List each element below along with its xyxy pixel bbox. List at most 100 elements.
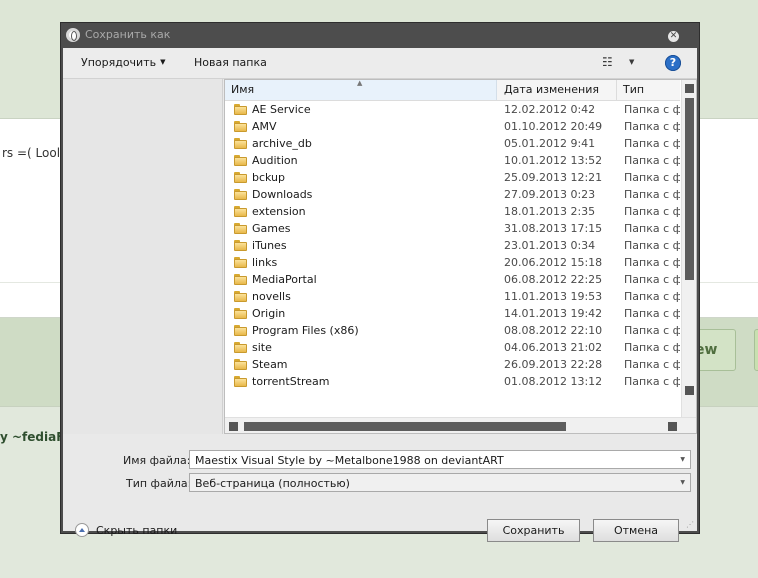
file-row[interactable]: novells 11.01.2013 19:53 Папка с файлами — [225, 288, 680, 305]
file-type: Папка с файлами — [624, 324, 680, 337]
vertical-scroll-thumb[interactable] — [685, 98, 694, 280]
dialog-toolbar: Упорядочить ▼ Новая папка ☷ ▼ ? — [63, 48, 697, 79]
file-row[interactable]: links 20.06.2012 15:18 Папка с файлами — [225, 254, 680, 271]
folder-icon — [234, 206, 247, 217]
folder-icon — [234, 376, 247, 387]
filename-input[interactable]: Maestix Visual Style by ~Metalbone1988 o… — [189, 450, 691, 469]
file-name: Audition — [252, 154, 298, 167]
file-row[interactable]: site 04.06.2013 21:02 Папка с файлами — [225, 339, 680, 356]
file-date: 12.02.2012 0:42 — [504, 103, 596, 116]
folder-icon — [234, 291, 247, 302]
chevron-down-icon: ▼ — [160, 58, 166, 66]
chevron-down-icon: ▼ — [629, 58, 635, 66]
vertical-scrollbar[interactable] — [681, 80, 696, 417]
scroll-down-icon[interactable] — [685, 386, 694, 395]
column-name-label: Имя — [231, 83, 255, 96]
filename-value: Maestix Visual Style by ~Metalbone1988 o… — [195, 454, 504, 467]
file-type: Папка с файлами — [624, 137, 680, 150]
file-name: links — [252, 256, 278, 269]
organize-label: Упорядочить — [81, 56, 157, 69]
folder-icon — [234, 240, 247, 251]
page-button-edge[interactable] — [754, 329, 758, 371]
folder-icon — [234, 172, 247, 183]
folder-icon — [234, 138, 247, 149]
opera-icon — [66, 28, 80, 42]
file-row[interactable]: Downloads 27.09.2013 0:23 Папка с файлами — [225, 186, 680, 203]
file-type: Папка с файлами — [624, 256, 680, 269]
scroll-up-icon[interactable] — [685, 84, 694, 93]
file-row[interactable]: Audition 10.01.2012 13:52 Папка с файлами — [225, 152, 680, 169]
file-date: 06.08.2012 22:25 — [504, 273, 603, 286]
file-type: Папка с файлами — [624, 154, 680, 167]
file-date: 08.08.2012 22:10 — [504, 324, 603, 337]
sort-ascending-icon: ▲ — [357, 79, 363, 87]
column-header: ▲ Имя Дата изменения Тип — [225, 80, 680, 101]
file-row[interactable]: extension 18.01.2013 2:35 Папка с файлами — [225, 203, 680, 220]
file-name: MediaPortal — [252, 273, 317, 286]
file-date: 20.06.2012 15:18 — [504, 256, 603, 269]
folder-icon — [234, 359, 247, 370]
file-row[interactable]: Program Files (x86) 08.08.2012 22:10 Папка… — [225, 322, 680, 339]
help-icon[interactable]: ? — [665, 55, 681, 71]
folder-icon — [234, 104, 247, 115]
file-type: Папка с файлами — [624, 120, 680, 133]
file-name: novells — [252, 290, 291, 303]
file-row[interactable]: AE Service 12.02.2012 0:42 Папка с файлами — [225, 101, 680, 118]
scroll-left-icon[interactable] — [229, 422, 238, 431]
file-row[interactable]: Steam 26.09.2013 22:28 Папка с файлами — [225, 356, 680, 373]
filetype-value: Веб-страница (полностью) — [195, 477, 350, 490]
file-row[interactable]: Origin 14.01.2013 19:42 Папка с файлами — [225, 305, 680, 322]
file-type: Папка с файлами — [624, 205, 680, 218]
file-row[interactable]: bckup 25.09.2013 12:21 Папка с файлами — [225, 169, 680, 186]
file-row[interactable]: archive_db 05.01.2012 9:41 Папка с файлами — [225, 135, 680, 152]
page-comment-text: rs =( Lool — [2, 146, 61, 160]
file-name: Steam — [252, 358, 288, 371]
resize-grip-icon[interactable]: ⋰ — [686, 520, 695, 529]
file-date: 04.06.2013 21:02 — [504, 341, 603, 354]
close-icon[interactable]: ✕ — [668, 31, 679, 42]
file-row[interactable]: MediaPortal 06.08.2012 22:25 Папка с файла… — [225, 271, 680, 288]
file-date: 26.09.2013 22:28 — [504, 358, 603, 371]
file-name: AE Service — [252, 103, 311, 116]
file-row[interactable]: Games 31.08.2013 17:15 Папка с файлами — [225, 220, 680, 237]
file-row[interactable]: iTunes 23.01.2013 0:34 Папка с файлами — [225, 237, 680, 254]
save-button[interactable]: Сохранить — [487, 519, 580, 542]
folder-icon — [234, 257, 247, 268]
folder-icon — [234, 342, 247, 353]
folder-icon — [234, 121, 247, 132]
file-name: site — [252, 341, 272, 354]
column-name-header[interactable]: ▲ Имя — [225, 80, 497, 100]
file-name: Program Files (x86) — [252, 324, 359, 337]
cancel-button[interactable]: Отмена — [593, 519, 679, 542]
chevron-down-icon[interactable]: ▼ — [680, 479, 685, 486]
new-folder-button[interactable]: Новая папка — [194, 56, 267, 69]
file-type: Папка с файлами — [624, 290, 680, 303]
filetype-select[interactable]: Веб-страница (полностью) ▼ — [189, 473, 691, 492]
view-options-button[interactable]: ☷ ▼ — [602, 55, 638, 71]
file-date: 01.10.2012 20:49 — [504, 120, 603, 133]
file-row[interactable]: AMV 01.10.2012 20:49 Папка с файлами — [225, 118, 680, 135]
column-date-header[interactable]: Дата изменения — [498, 80, 617, 100]
column-type-header[interactable]: Тип — [618, 80, 680, 100]
filetype-label: Тип файла: — [126, 477, 192, 490]
file-date: 18.01.2013 2:35 — [504, 205, 596, 218]
horizontal-scrollbar[interactable] — [225, 417, 696, 433]
horizontal-scroll-thumb[interactable] — [244, 422, 566, 431]
file-rows: AE Service 12.02.2012 0:42 Папка с файлами… — [225, 101, 680, 417]
dialog-titlebar[interactable]: Сохранить как ✕ — [61, 23, 699, 48]
organize-button[interactable]: Упорядочить ▼ — [81, 56, 166, 69]
folder-icon — [234, 308, 247, 319]
details-view-icon: ☷ — [602, 55, 613, 69]
file-date: 01.08.2012 13:12 — [504, 375, 603, 388]
file-date: 05.01.2012 9:41 — [504, 137, 596, 150]
file-date: 10.01.2012 13:52 — [504, 154, 603, 167]
file-type: Папка с файлами — [624, 375, 680, 388]
chevron-down-icon[interactable]: ▼ — [680, 456, 685, 463]
file-type: Папка с файлами — [624, 103, 680, 116]
file-date: 31.08.2013 17:15 — [504, 222, 603, 235]
file-type: Папка с файлами — [624, 273, 680, 286]
navigation-pane[interactable] — [63, 79, 223, 434]
file-row[interactable]: torrentStream 01.08.2012 13:12 Папка с фай… — [225, 373, 680, 390]
scroll-right-icon[interactable] — [668, 422, 677, 431]
file-name: Origin — [252, 307, 286, 320]
